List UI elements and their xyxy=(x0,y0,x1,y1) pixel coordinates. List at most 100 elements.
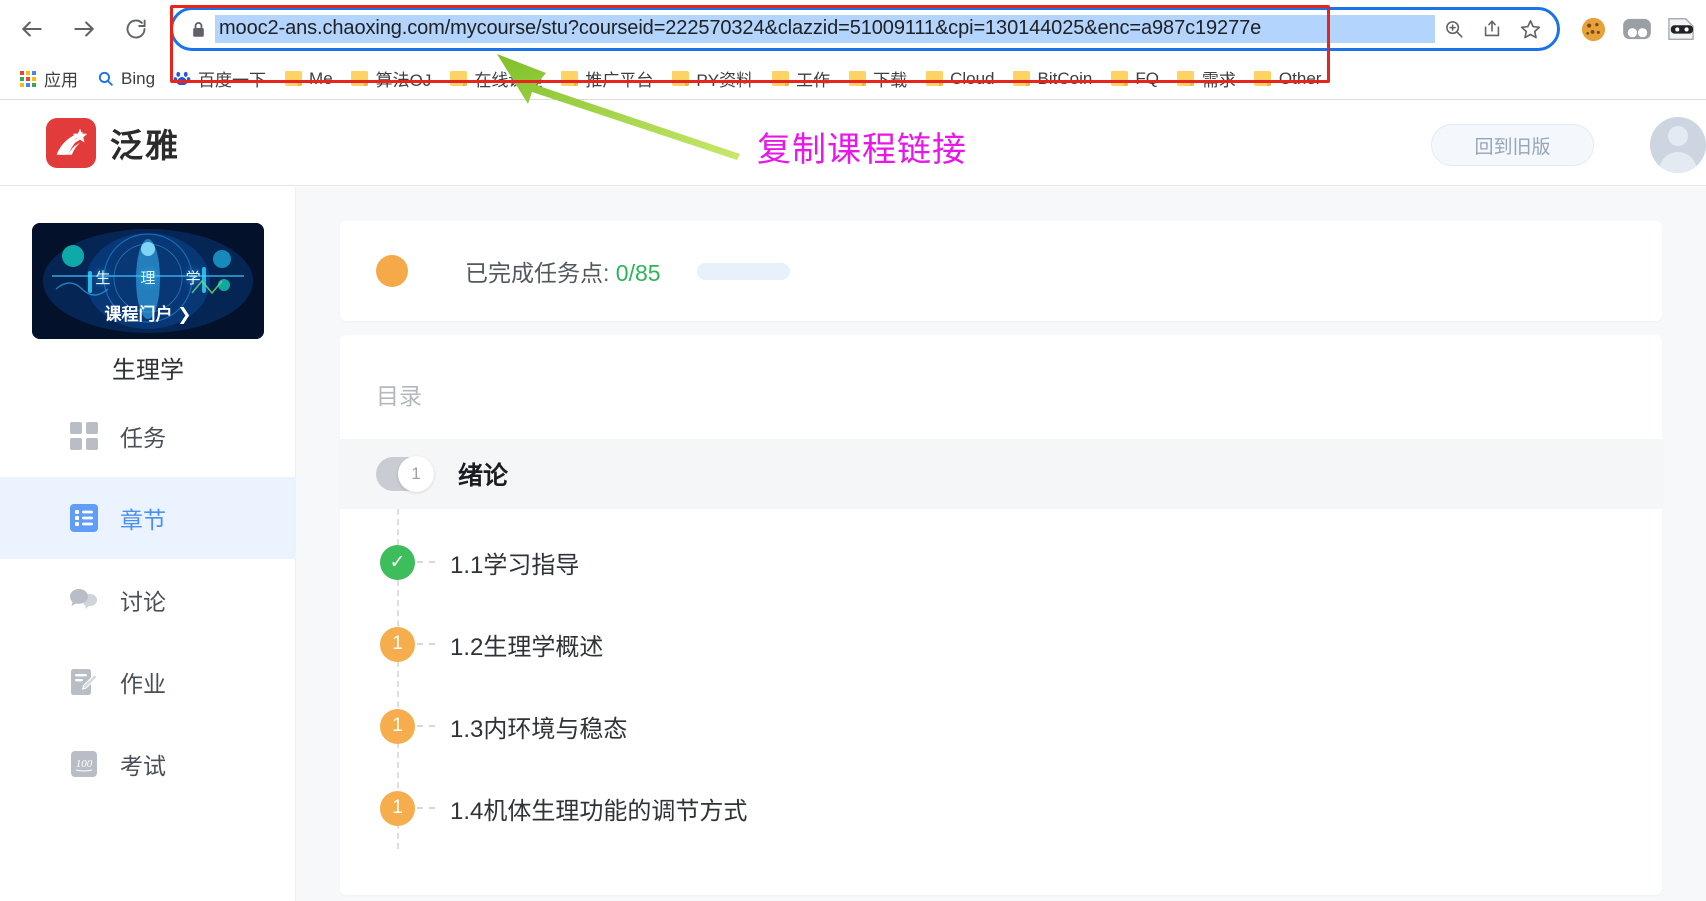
lesson-status-todo-badge: 1 xyxy=(380,626,415,662)
folder-icon xyxy=(351,70,369,88)
site-logo[interactable]: 泛雅 xyxy=(46,118,180,168)
sidebar-item-label: 考试 xyxy=(120,753,166,779)
lesson-title[interactable]: 1.3内环境与稳态 xyxy=(450,709,627,744)
lock-icon xyxy=(187,21,209,38)
address-bar[interactable]: mooc2-ans.chaoxing.com/mycourse/stu?cour… xyxy=(170,7,1560,51)
catalog-heading: 目录 xyxy=(376,383,422,409)
course-portal-link[interactable]: 课程门户 ❯ xyxy=(32,300,264,325)
sidebar-item-exam[interactable]: 100 考试 xyxy=(0,723,296,805)
homework-pencil-icon xyxy=(70,668,98,696)
chat-bubble-icon xyxy=(70,586,98,614)
cookie-extension-icon[interactable] xyxy=(1574,10,1612,48)
forward-arrow-icon[interactable] xyxy=(64,9,104,49)
bookmark-other[interactable]: Other xyxy=(1245,63,1331,95)
bookmark-work[interactable]: 工作 xyxy=(762,63,839,95)
bookmark-online-course[interactable]: 在线课程 xyxy=(440,63,551,95)
bookmark-label: Other xyxy=(1278,68,1322,88)
sidebar-item-chapters[interactable]: 章节 xyxy=(0,477,296,559)
user-avatar-icon[interactable] xyxy=(1650,117,1706,173)
bookmark-label: 需求 xyxy=(1201,71,1236,90)
folder-icon xyxy=(1110,70,1128,88)
back-arrow-icon[interactable] xyxy=(12,9,52,49)
main-area: 生 理 学 课程门户 ❯ 生理学 任务 章节 讨论 作业 100 考试 已完成任… xyxy=(0,187,1706,901)
svg-text:100: 100 xyxy=(76,758,93,770)
lesson-status-todo-badge: 1 xyxy=(380,708,415,744)
list-item[interactable]: 1 1.2生理学概述 xyxy=(340,603,1662,685)
sidebar-item-label: 讨论 xyxy=(120,589,166,615)
url-input[interactable]: mooc2-ans.chaoxing.com/mycourse/stu?cour… xyxy=(215,15,1435,43)
chevron-right-icon: ❯ xyxy=(177,305,192,324)
content-area: 已完成任务点: 0/85 目录 1 绪论 ✓ 1.1学习指导 1 1.2生理学概… xyxy=(296,187,1706,901)
chapter-header[interactable]: 1 绪论 xyxy=(340,439,1662,509)
old-version-button[interactable]: 回到旧版 xyxy=(1431,124,1594,166)
bookmark-label: 应用 xyxy=(44,71,78,90)
bookmark-baidu[interactable]: 百度一下 xyxy=(164,63,275,95)
course-portal-label: 课程门户 xyxy=(104,305,173,324)
folder-icon xyxy=(1177,70,1195,88)
list-item[interactable]: 1 1.4机体生理功能的调节方式 xyxy=(340,767,1662,849)
bookmark-label: PY资料 xyxy=(696,71,754,90)
share-icon[interactable] xyxy=(1473,10,1511,48)
bookmarks-bar: 应用 Bing 百度一下 Me 算法OJ 在线课程 推广平台 PY资料 工作 下… xyxy=(0,58,1706,100)
bookmark-label: 下载 xyxy=(873,71,908,90)
course-sidebar: 生 理 学 课程门户 ❯ 生理学 任务 章节 讨论 作业 100 考试 xyxy=(0,187,296,901)
lesson-title[interactable]: 1.2生理学概述 xyxy=(450,627,603,662)
progress-label-prefix: 已完成任务点: xyxy=(465,260,616,286)
folder-icon xyxy=(449,70,467,88)
bookmark-label: 推广平台 xyxy=(585,71,654,90)
site-header: 泛雅 复制课程链接 回到旧版 xyxy=(0,100,1706,186)
browser-chrome: mooc2-ans.chaoxing.com/mycourse/stu?cour… xyxy=(0,0,1706,100)
star-icon[interactable] xyxy=(1511,10,1549,48)
folder-icon xyxy=(771,70,789,88)
progress-status-dot xyxy=(376,255,408,287)
progress-label: 已完成任务点: 0/85 xyxy=(465,254,661,288)
browser-toolbar: mooc2-ans.chaoxing.com/mycourse/stu?cour… xyxy=(0,0,1706,58)
lesson-status-done-icon: ✓ xyxy=(380,544,415,580)
bookmark-downloads[interactable]: 下载 xyxy=(839,63,916,95)
lesson-dash xyxy=(417,725,435,727)
folder-icon xyxy=(284,70,302,88)
bookmark-fq[interactable]: FQ xyxy=(1101,63,1168,95)
site-logo-text: 泛雅 xyxy=(110,127,180,164)
bookmark-me[interactable]: Me xyxy=(275,63,342,95)
folder-icon xyxy=(671,70,689,88)
folder-icon xyxy=(1013,70,1031,88)
course-cover-card[interactable]: 生 理 学 课程门户 ❯ xyxy=(32,223,264,339)
goggles-extension-icon[interactable] xyxy=(1618,10,1656,48)
bookmark-promo-platform[interactable]: 推广平台 xyxy=(551,63,662,95)
sidebar-item-discussion[interactable]: 讨论 xyxy=(0,559,296,641)
course-cover-title: 生 理 学 xyxy=(95,270,214,287)
chapter-toggle[interactable]: 1 xyxy=(376,456,434,492)
lesson-title[interactable]: 1.4机体生理功能的调节方式 xyxy=(450,791,747,826)
reload-icon[interactable] xyxy=(116,9,156,49)
bookmark-label: Bing xyxy=(121,68,156,88)
list-item[interactable]: 1 1.3内环境与稳态 xyxy=(340,685,1662,767)
sidebar-item-label: 任务 xyxy=(120,425,166,451)
search-icon xyxy=(96,70,114,88)
lesson-title[interactable]: 1.1学习指导 xyxy=(450,545,579,580)
bookmark-bitcoin[interactable]: BitCoin xyxy=(1004,63,1102,95)
bookmark-label: Cloud xyxy=(950,68,995,88)
chapter-title: 绪论 xyxy=(458,462,509,490)
sidebar-item-tasks[interactable]: 任务 xyxy=(0,395,296,477)
chapter-number: 1 xyxy=(398,456,434,492)
folder-icon xyxy=(925,70,943,88)
bookmark-algo-oj[interactable]: 算法OJ xyxy=(342,63,441,95)
bookmark-apps[interactable]: 应用 xyxy=(10,63,87,95)
list-item[interactable]: ✓ 1.1学习指导 xyxy=(340,521,1662,603)
folder-icon xyxy=(1254,70,1272,88)
exam-score-icon: 100 xyxy=(70,750,98,778)
zoom-in-icon[interactable] xyxy=(1435,10,1473,48)
bookmark-py-materials[interactable]: PY资料 xyxy=(662,63,762,95)
sidebar-item-label: 作业 xyxy=(120,671,166,697)
bookmark-cloud[interactable]: Cloud xyxy=(916,63,1003,95)
mask-extension-icon[interactable] xyxy=(1662,10,1700,48)
course-title: 生理学 xyxy=(112,357,184,384)
sidebar-item-homework[interactable]: 作业 xyxy=(0,641,296,723)
baidu-paw-icon xyxy=(173,70,191,88)
lesson-status-todo-badge: 1 xyxy=(380,790,415,826)
folder-icon xyxy=(560,70,578,88)
bookmark-bing[interactable]: Bing xyxy=(87,63,164,95)
lesson-list: ✓ 1.1学习指导 1 1.2生理学概述 1 1.3内环境与稳态 1 1.4机体… xyxy=(340,509,1662,849)
bookmark-requirements[interactable]: 需求 xyxy=(1168,63,1245,95)
